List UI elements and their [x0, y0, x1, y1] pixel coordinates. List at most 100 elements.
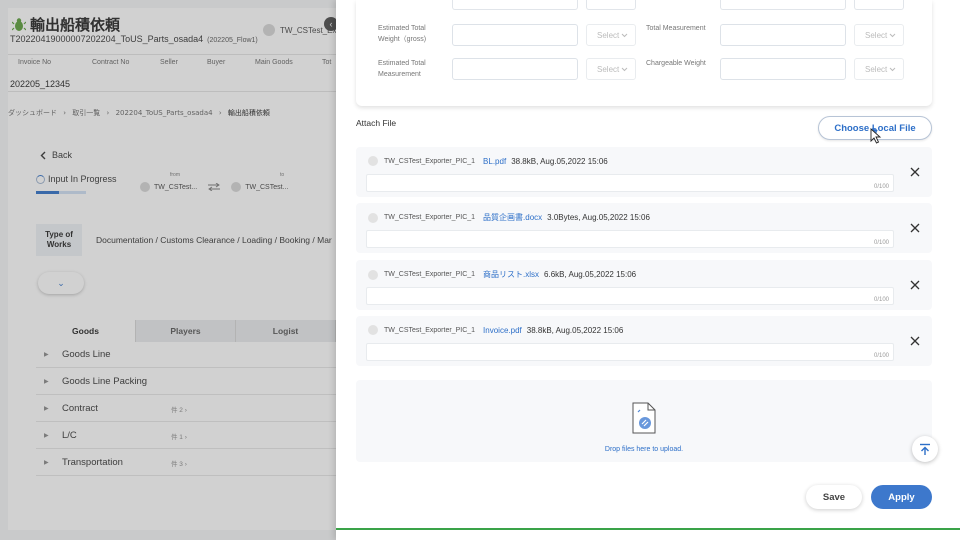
total-measurement-unit-select[interactable]: Select: [854, 24, 904, 46]
from-label: from: [170, 172, 180, 178]
from-value: TW_CSTest...: [154, 183, 198, 191]
file-comment-input[interactable]: 0/100: [366, 230, 894, 248]
chargeable-weight-input[interactable]: [720, 58, 846, 80]
caret-right-icon: ▶: [44, 379, 49, 385]
to-avatar: [231, 182, 242, 192]
chevron-down-icon: [889, 67, 896, 71]
total-measurement-input[interactable]: [720, 24, 846, 46]
accordion-contract[interactable]: ▶ Contract 件 2 ›: [36, 396, 336, 422]
accordion-transportation[interactable]: ▶ Transportation 件 3 ›: [36, 450, 336, 476]
info-col-seller: Seller: [160, 59, 178, 66]
apply-button[interactable]: Apply: [871, 485, 932, 509]
total-weight-label: Estimated Total Weight（gross): [378, 25, 427, 43]
file-meta: TW_CSTest_Exporter_PIC_1 品質企画書.docx 3.0B…: [368, 212, 650, 223]
from-avatar: [140, 182, 150, 192]
field-stub: [452, 0, 578, 10]
est-total-measurement-input[interactable]: [452, 58, 578, 80]
transaction-id-text: T20220419000007202204_ToUS_Parts_osada4: [10, 34, 204, 44]
breadcrumb-separator: ›: [106, 109, 110, 117]
attached-file-card: TW_CSTest_Exporter_PIC_1 商品リスト.xlsx 6.6k…: [356, 260, 932, 310]
tab-players[interactable]: Players: [136, 320, 236, 342]
file-comment-input[interactable]: 0/100: [366, 174, 894, 192]
flow-name: (202205_Flow1): [207, 37, 258, 44]
accordion-label: L/C: [62, 430, 77, 441]
char-count: 0/100: [873, 184, 889, 190]
accordion-lc[interactable]: ▶ L/C 件 1 ›: [36, 423, 336, 449]
detail-tabs: Goods Players Logist: [36, 320, 336, 342]
breadcrumb-transactions[interactable]: 取引一覧: [72, 109, 100, 117]
page-title: 輸出船積依頼: [30, 16, 121, 34]
type-of-works-value: Documentation / Customs Clearance / Load…: [96, 235, 332, 245]
file-meta: TW_CSTest_Exporter_PIC_1 Invoice.pdf 38.…: [368, 325, 623, 335]
file-info: 3.0Bytes, Aug.05,2022 15:06: [547, 213, 650, 222]
accordion-count: 件 1 ›: [171, 433, 187, 441]
transfer-icon: [208, 183, 221, 191]
close-icon[interactable]: [908, 278, 922, 292]
chevron-left-icon: [40, 151, 46, 159]
select-placeholder: Select: [865, 30, 888, 40]
tab-goods[interactable]: Goods: [36, 320, 136, 342]
file-attachment-icon: [632, 402, 656, 434]
transaction-detail-page: 輸出船積依頼 T20220419000007202204_ToUS_Parts_…: [8, 8, 336, 530]
total-weight-input[interactable]: [452, 24, 578, 46]
chargeable-weight-unit-select[interactable]: Select: [854, 58, 904, 80]
accordion-goods-line-packing[interactable]: ▶ Goods Line Packing: [36, 369, 336, 395]
background-page: 輸出船積依頼 T20220419000007202204_ToUS_Parts_…: [0, 0, 336, 540]
file-uploader: TW_CSTest_Exporter_PIC_1: [384, 326, 476, 334]
chevron-down-icon: ⌄: [57, 277, 65, 288]
caret-right-icon: ▶: [44, 460, 49, 466]
attached-file-card: TW_CSTest_Exporter_PIC_1 品質企画書.docx 3.0B…: [356, 203, 932, 253]
scroll-to-top-button[interactable]: [912, 436, 938, 462]
status-card: Back Input In Progress from TW_CSTest...…: [30, 136, 336, 212]
accordion-label: Contract: [62, 403, 98, 414]
chevron-down-icon: [889, 33, 896, 37]
user-icon: [368, 325, 378, 335]
file-info: 38.8kB, Aug.05,2022 15:06: [511, 156, 608, 166]
file-name-link[interactable]: BL.pdf: [483, 157, 506, 166]
file-comment-input[interactable]: 0/100: [366, 287, 894, 305]
expand-button[interactable]: ⌄: [38, 272, 84, 294]
caret-right-icon: ▶: [44, 433, 49, 439]
close-icon[interactable]: [908, 221, 922, 235]
char-count: 0/100: [873, 240, 889, 246]
breadcrumb-dashboard[interactable]: ダッシュボード: [8, 109, 57, 117]
back-button[interactable]: Back: [40, 150, 72, 160]
total-measurement-label: Total Measurement: [646, 25, 706, 32]
status-text: Input In Progress: [48, 174, 117, 184]
file-comment-input[interactable]: 0/100: [366, 343, 894, 361]
info-col-buyer: Buyer: [207, 59, 226, 66]
info-col-invoice: Invoice No: [18, 59, 52, 66]
to-value: TW_CSTest...: [245, 183, 289, 191]
arrow-up-icon: [920, 443, 930, 455]
attached-file-card: TW_CSTest_Exporter_PIC_1 Invoice.pdf 38.…: [356, 316, 932, 366]
accordion-label: Transportation: [62, 457, 123, 468]
est-total-measurement-unit-select[interactable]: Select: [586, 58, 636, 80]
bug-icon: [12, 17, 26, 31]
file-name-link[interactable]: 商品リスト.xlsx: [483, 269, 539, 280]
to-label: to: [280, 172, 285, 178]
chargeable-weight-label: Chargeable Weight: [646, 60, 706, 67]
close-icon[interactable]: [908, 165, 922, 179]
file-dropzone[interactable]: Drop files here to upload.: [356, 380, 932, 462]
collapse-panel-button[interactable]: ‹: [324, 17, 336, 31]
tab-logistics[interactable]: Logist: [236, 320, 336, 342]
accordion-goods-line[interactable]: ▶ Goods Line: [36, 342, 336, 368]
file-name-link[interactable]: 品質企画書.docx: [483, 212, 542, 223]
transaction-id: T20220419000007202204_ToUS_Parts_osada4(…: [10, 34, 258, 44]
save-button[interactable]: Save: [806, 485, 862, 509]
status-progress-fill: [36, 191, 59, 194]
bottom-status-line: [336, 528, 960, 530]
mouse-cursor-icon: [870, 128, 882, 144]
file-name-link[interactable]: Invoice.pdf: [483, 326, 522, 335]
avatar: [263, 24, 275, 36]
dropzone-text: Drop files here to upload.: [604, 446, 684, 453]
breadcrumb: ダッシュボード › 取引一覧 › 202204_ToUS_Parts_osada…: [8, 108, 270, 118]
info-col-total: Tot: [322, 59, 332, 66]
user-icon: [368, 269, 378, 280]
total-weight-unit-select[interactable]: Select: [586, 24, 636, 46]
spinner-icon: [36, 174, 45, 184]
breadcrumb-transaction[interactable]: 202204_ToUS_Parts_osada4: [116, 109, 213, 117]
field-stub: [854, 0, 904, 10]
close-icon[interactable]: [908, 334, 922, 348]
field-stub: [720, 0, 846, 10]
